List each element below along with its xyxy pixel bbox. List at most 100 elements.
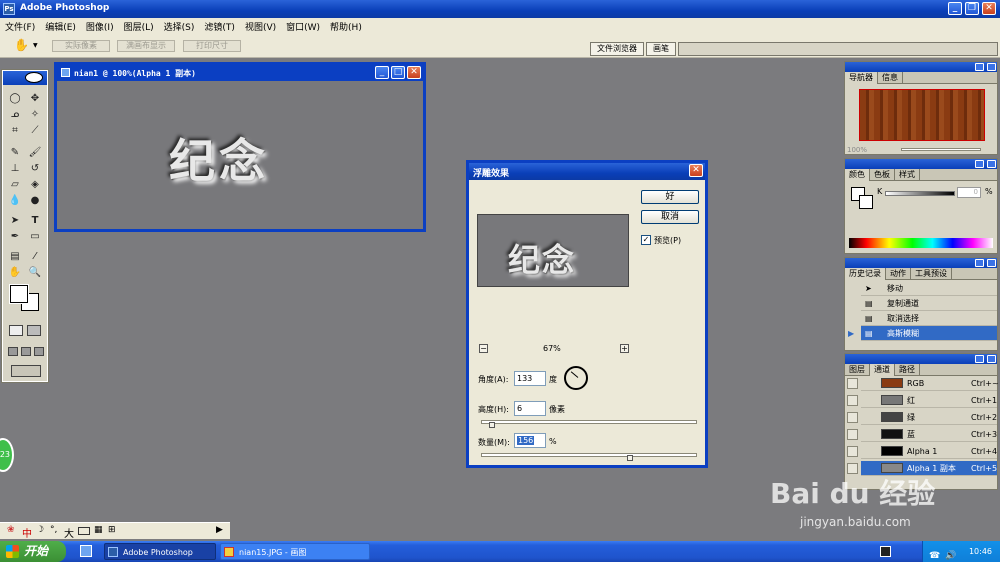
ime-size[interactable]: 大: [64, 525, 74, 540]
brushes-tab[interactable]: 画笔: [646, 42, 676, 56]
dialog-title-bar[interactable]: 浮雕效果 ✕: [469, 163, 705, 180]
history-item[interactable]: ▤ 取消选择: [861, 311, 997, 326]
ime-logo-icon[interactable]: ❀: [7, 525, 15, 535]
imageready-icon[interactable]: [11, 365, 41, 377]
healing-brush-icon[interactable]: ✎: [6, 147, 24, 159]
ok-button[interactable]: 好: [641, 190, 699, 204]
preview-pane[interactable]: 纪念: [477, 214, 629, 287]
document-canvas[interactable]: 纪念: [57, 81, 423, 229]
hand-icon[interactable]: ✋: [6, 267, 24, 279]
floating-badge[interactable]: 23: [0, 438, 14, 472]
palette-title-bar[interactable]: [845, 159, 997, 169]
navigator-zoom[interactable]: 100%: [847, 146, 867, 154]
visibility-eye-icon[interactable]: [847, 446, 858, 457]
preview-checkbox[interactable]: ✓: [641, 235, 651, 245]
screen-mode-2-icon[interactable]: [21, 347, 31, 356]
task-photoshop[interactable]: Adobe Photoshop: [104, 543, 216, 560]
navigator-thumbnail[interactable]: [859, 89, 985, 141]
type-tool-icon[interactable]: T: [26, 215, 44, 227]
tab-info[interactable]: 信息: [878, 72, 903, 84]
hand-tool-icon[interactable]: ✋: [14, 38, 29, 52]
angle-dial[interactable]: [564, 366, 588, 390]
angle-input[interactable]: 133: [514, 371, 546, 386]
eraser-tool-icon[interactable]: ▱: [6, 179, 24, 191]
pen-tool-icon[interactable]: ✒: [6, 231, 24, 243]
marquee-tool-icon[interactable]: ◯: [6, 93, 24, 105]
menu-window[interactable]: 窗口(W): [281, 18, 325, 33]
visibility-eye-icon[interactable]: [847, 378, 858, 389]
palette-title-bar[interactable]: [845, 354, 997, 364]
app-title-bar[interactable]: Ps Adobe Photoshop _ ❐ ✕: [0, 0, 1000, 18]
close-icon[interactable]: ✕: [689, 164, 703, 177]
channel-row-red[interactable]: 红 Ctrl+1: [861, 393, 997, 408]
cancel-button[interactable]: 取消: [641, 210, 699, 224]
visibility-eye-icon[interactable]: [847, 395, 858, 406]
menu-image[interactable]: 图像(I): [81, 18, 119, 33]
eyedropper-icon[interactable]: ⁄: [26, 251, 44, 263]
tab-styles[interactable]: 样式: [895, 169, 920, 181]
lasso-tool-icon[interactable]: ᓄ: [6, 109, 24, 121]
show-desktop-icon[interactable]: [80, 545, 92, 557]
print-size-button[interactable]: 打印尺寸: [183, 40, 241, 52]
channel-row-rgb[interactable]: RGB Ctrl+~: [861, 376, 999, 391]
tab-swatches[interactable]: 色板: [870, 169, 895, 181]
close-icon[interactable]: [987, 355, 996, 363]
amount-input[interactable]: 156: [514, 433, 546, 448]
volume-icon[interactable]: 🔊: [945, 546, 956, 562]
clock[interactable]: 10:46: [969, 547, 992, 556]
color-spectrum-bar[interactable]: [849, 238, 993, 248]
tab-color[interactable]: 颜色: [845, 169, 870, 181]
maximize-icon[interactable]: □: [391, 66, 405, 79]
task-paint[interactable]: nian15.JPG - 画图: [220, 543, 370, 560]
channel-row-blue[interactable]: 蓝 Ctrl+3: [861, 427, 997, 442]
move-tool-icon[interactable]: ✥: [26, 93, 44, 105]
palette-title-bar[interactable]: [845, 62, 997, 72]
scroll-right-icon[interactable]: ▶: [216, 525, 223, 535]
amount-slider[interactable]: [481, 453, 697, 457]
height-slider-thumb[interactable]: [489, 422, 495, 428]
palette-title-bar[interactable]: [845, 258, 997, 268]
close-icon[interactable]: ✕: [982, 2, 996, 15]
standard-mode-icon[interactable]: [9, 325, 23, 336]
channel-row-alpha1[interactable]: Alpha 1 Ctrl+4: [861, 444, 997, 459]
tab-navigator[interactable]: 导航器: [845, 72, 878, 84]
stamp-tool-icon[interactable]: ⊥: [6, 163, 24, 175]
network-icon[interactable]: ☎: [929, 546, 940, 562]
chevron-down-icon[interactable]: ▼: [33, 42, 38, 49]
menu-filter[interactable]: 滤镜(T): [199, 18, 240, 33]
visibility-eye-icon[interactable]: [847, 429, 858, 440]
screen-mode-3-icon[interactable]: [34, 347, 44, 356]
channel-row-green[interactable]: 绿 Ctrl+2: [861, 410, 997, 425]
file-browser-tab[interactable]: 文件浏览器: [590, 42, 644, 56]
history-item[interactable]: ➤ 移动: [861, 281, 997, 296]
ime-menu-icon[interactable]: ⊞: [108, 525, 116, 535]
height-input[interactable]: 6: [514, 401, 546, 416]
close-icon[interactable]: [987, 259, 996, 267]
quickmask-mode-icon[interactable]: [27, 325, 41, 336]
actual-pixels-button[interactable]: 实际像素: [52, 40, 110, 52]
crop-tool-icon[interactable]: ⌗: [6, 125, 24, 137]
ime-punct-icon[interactable]: °,: [50, 525, 57, 535]
minimize-icon[interactable]: [975, 259, 984, 267]
bucket-tool-icon[interactable]: ◈: [26, 179, 44, 191]
visibility-eye-icon[interactable]: [847, 412, 858, 423]
menu-help[interactable]: 帮助(H): [325, 18, 367, 33]
menu-layer[interactable]: 图层(L): [119, 18, 159, 33]
tray-app-icon[interactable]: [880, 546, 891, 557]
k-slider[interactable]: [885, 191, 955, 196]
menu-edit[interactable]: 编辑(E): [40, 18, 81, 33]
minimize-icon[interactable]: _: [375, 66, 389, 79]
tab-tool-presets[interactable]: 工具预设: [911, 268, 952, 280]
close-icon[interactable]: [987, 160, 996, 168]
start-button[interactable]: 开始: [0, 541, 66, 562]
document-title[interactable]: nian1 @ 100%(Alpha 1 副本): [74, 68, 196, 79]
height-slider[interactable]: [481, 420, 697, 424]
tool-palette-header[interactable]: [3, 71, 47, 85]
zoom-icon[interactable]: 🔍: [26, 267, 44, 279]
ime-language[interactable]: 中: [22, 525, 32, 540]
minimize-icon[interactable]: [975, 160, 984, 168]
menu-file[interactable]: 文件(F): [0, 18, 40, 33]
shape-tool-icon[interactable]: ▭: [26, 231, 44, 243]
restore-icon[interactable]: ❐: [965, 2, 979, 15]
zoom-in-button[interactable]: +: [620, 344, 629, 353]
